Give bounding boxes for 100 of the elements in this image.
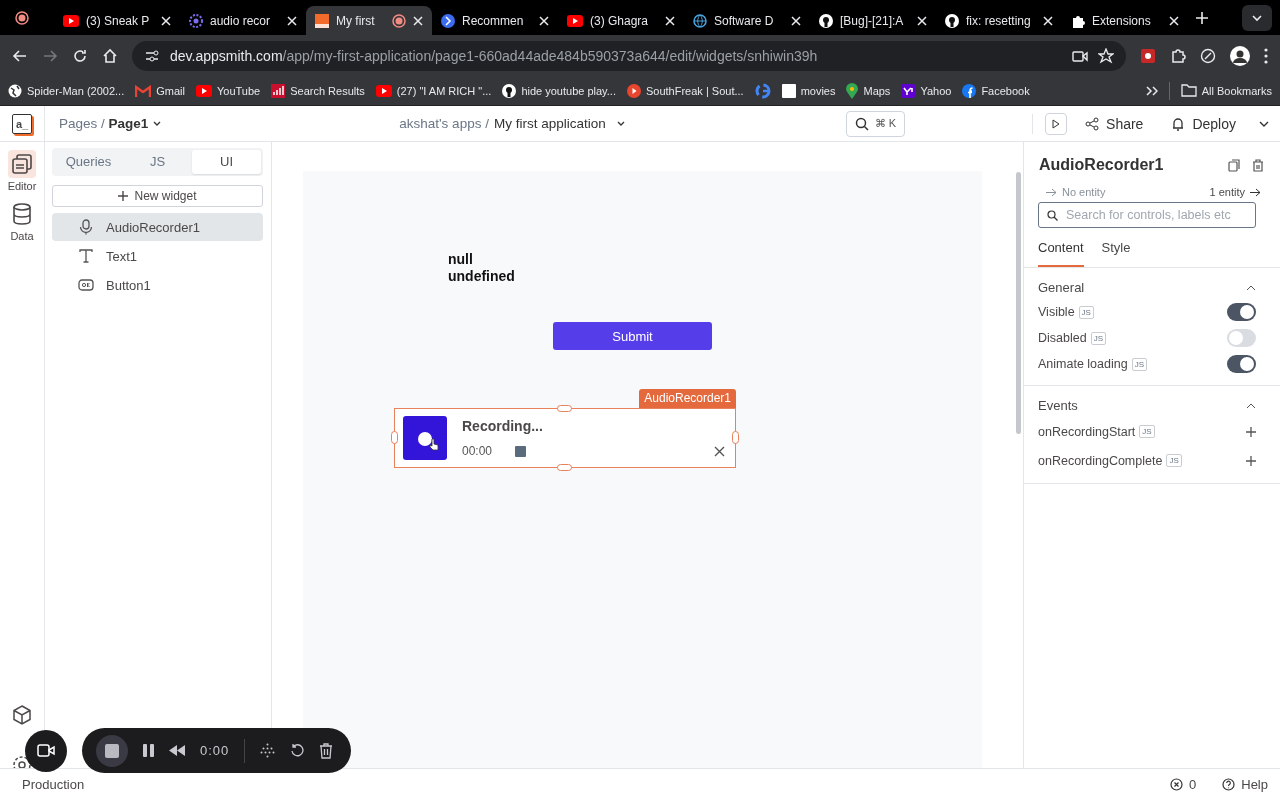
arrow-right-icon: [1250, 187, 1261, 197]
page-selector[interactable]: Page1: [108, 116, 149, 131]
chevron-up-icon: [1246, 402, 1256, 409]
rail-tab[interactable]: Data: [8, 200, 36, 242]
js-badge[interactable]: JS: [1166, 454, 1182, 467]
plus-icon: [1246, 426, 1256, 437]
property-tab[interactable]: Style: [1101, 236, 1131, 267]
reload-icon: [72, 47, 88, 64]
bookmark[interactable]: Facebook: [962, 83, 1030, 98]
app-logo[interactable]: a_: [12, 113, 32, 134]
close-icon: [665, 15, 675, 26]
widget-name-tag: AudioRecorder1: [639, 389, 736, 408]
bookmark[interactable]: (27) "I AM RICH "...: [375, 84, 492, 97]
property-tab[interactable]: Content: [1038, 236, 1084, 267]
forward-link[interactable]: 1 entity: [1209, 186, 1261, 198]
workspace-name[interactable]: akshat's apps /: [399, 116, 489, 131]
search-icon: [1047, 209, 1058, 221]
error-icon: [1170, 778, 1183, 791]
browser-tab[interactable]: Extensions: [1062, 6, 1188, 35]
folder-icon: [1180, 84, 1197, 97]
bookmark[interactable]: SouthFreak | Sout...: [627, 83, 744, 98]
browser-tab[interactable]: My first: [306, 6, 432, 35]
audio-recorder-widget[interactable]: Recording... 00:00: [394, 408, 736, 468]
close-icon: [791, 15, 801, 26]
widget-title[interactable]: AudioRecorder1: [1039, 156, 1216, 174]
bookmark[interactable]: Yahoo: [901, 83, 952, 98]
js-badge[interactable]: JS: [1139, 425, 1155, 438]
address-bar[interactable]: dev.appsmith.com/app/my-first-application/page1-660ad44ade484b590373a644/edit/widgets/snhiwin39h: [132, 40, 1126, 71]
pause-icon: [143, 744, 154, 757]
section-header[interactable]: General: [1038, 280, 1256, 295]
bookmark[interactable]: hide youtube play...: [502, 83, 616, 98]
google-icon: [754, 82, 771, 99]
bookmark[interactable]: movies: [781, 83, 836, 98]
help-link[interactable]: Help: [1241, 777, 1268, 792]
close-icon: [539, 15, 549, 26]
search-icon: [854, 116, 869, 131]
browser-tab[interactable]: fix: resetting: [936, 6, 1062, 35]
close-icon: [917, 15, 927, 26]
stop-button[interactable]: [96, 734, 128, 767]
property-label: onRecordingStart: [1038, 424, 1136, 439]
breadcrumb-text: Pages /: [59, 116, 105, 131]
github-icon: [502, 83, 517, 98]
widget-list-item[interactable]: Button1: [52, 271, 263, 299]
bookmark[interactable]: Gmail: [135, 84, 185, 97]
app-name[interactable]: My first application: [493, 116, 606, 131]
arrow-right-icon: [1046, 187, 1057, 197]
resize-handle[interactable]: [557, 464, 572, 471]
toggle-switch[interactable]: [1227, 303, 1256, 321]
bookmark[interactable]: All Bookmarks: [1180, 84, 1272, 97]
bookmark[interactable]: Search Results: [271, 83, 365, 98]
pane-tab[interactable]: UI: [192, 150, 261, 174]
text-icon: [79, 249, 93, 263]
copy-icon: [1228, 158, 1240, 172]
resize-handle[interactable]: [557, 405, 572, 412]
toggle-switch[interactable]: [1227, 329, 1256, 347]
bookmark[interactable]: YouTube: [195, 84, 261, 97]
js-badge[interactable]: JS: [1078, 305, 1094, 319]
play-icon: [627, 83, 641, 98]
deploy-button[interactable]: Deploy: [1163, 115, 1244, 132]
search-button[interactable]: ⌘ K: [845, 110, 906, 137]
plus-icon: [1246, 455, 1256, 466]
cube-icon: [11, 704, 33, 726]
bookmark[interactable]: Maps: [846, 82, 891, 99]
yahoo-icon: [901, 83, 916, 98]
browser-tab[interactable]: [Bug]-[21]:A: [810, 6, 936, 35]
close-icon: [714, 445, 725, 457]
close-icon: [287, 15, 297, 26]
forward-icon: [42, 47, 58, 64]
map-pin-icon: [846, 82, 859, 99]
record-button[interactable]: [403, 416, 447, 460]
star-icon: [1098, 47, 1114, 64]
settings-icon: [11, 754, 33, 768]
submit-button[interactable]: Submit: [553, 322, 712, 350]
pane-tab[interactable]: Queries: [54, 150, 123, 174]
browser-tab[interactable]: (3) Ghagra: [558, 6, 684, 35]
browser-tab[interactable]: Recommen: [432, 6, 558, 35]
close-icon: [1043, 15, 1053, 26]
share-button[interactable]: Share: [1077, 115, 1152, 132]
browser-tab[interactable]: audio recor: [180, 6, 306, 35]
globe-icon: [8, 83, 22, 98]
js-badge[interactable]: JS: [1131, 357, 1147, 371]
close-icon: [1169, 15, 1179, 26]
new-widget-button[interactable]: New widget: [52, 185, 263, 207]
pane-tab[interactable]: JS: [123, 150, 192, 174]
preview-button[interactable]: [1045, 112, 1068, 135]
widget-list-item[interactable]: AudioRecorder1: [52, 213, 263, 241]
toggle-switch[interactable]: [1227, 355, 1256, 373]
js-badge[interactable]: JS: [1090, 331, 1106, 345]
bookmark[interactable]: Spider-Man (2002...: [8, 83, 125, 98]
resize-handle[interactable]: [732, 431, 739, 444]
play-icon: [1052, 118, 1061, 129]
browser-tab[interactable]: Software D: [684, 6, 810, 35]
error-count[interactable]: 0: [1189, 777, 1197, 792]
widget-list-item[interactable]: Text1: [52, 242, 263, 270]
section-header[interactable]: Events: [1038, 398, 1256, 413]
record-cursor-icon: [417, 431, 441, 453]
microphone-icon: [79, 219, 93, 235]
resize-handle[interactable]: [391, 431, 398, 444]
browser-tab[interactable]: (3) Sneak P: [54, 6, 180, 35]
environment-selector[interactable]: Production: [22, 777, 85, 792]
